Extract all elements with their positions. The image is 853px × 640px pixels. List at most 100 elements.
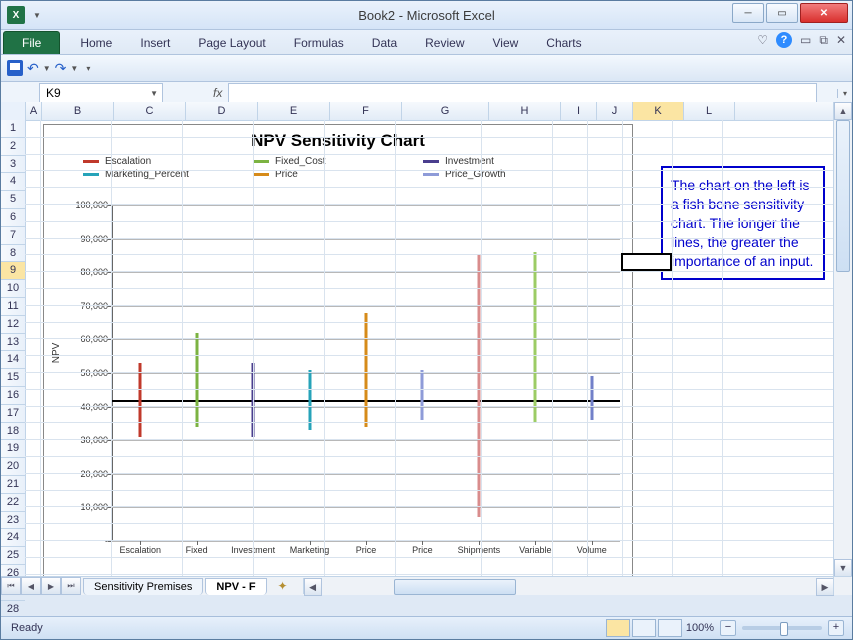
- file-tab[interactable]: File: [3, 31, 60, 54]
- row-header-12[interactable]: 12: [1, 316, 25, 334]
- sheet-last-icon[interactable]: ⏭: [61, 577, 81, 595]
- selected-cell[interactable]: [621, 253, 672, 271]
- cell-grid[interactable]: NPV Sensitivity Chart EscalationFixed_Co…: [25, 120, 834, 577]
- col-header-A[interactable]: A: [26, 102, 42, 120]
- maximize-button[interactable]: ▭: [766, 3, 798, 23]
- sheet-next-icon[interactable]: ▶: [41, 577, 61, 595]
- row-headers[interactable]: 1234567891011121314151617181920212223242…: [1, 120, 26, 595]
- col-header-B[interactable]: B: [42, 102, 114, 120]
- col-header-K[interactable]: K: [633, 102, 684, 120]
- col-header-L[interactable]: L: [684, 102, 735, 120]
- row-header-11[interactable]: 11: [1, 298, 25, 316]
- name-box-dropdown-icon[interactable]: ▼: [150, 89, 158, 98]
- row-header-22[interactable]: 22: [1, 494, 25, 512]
- sheet-tab[interactable]: Sensitivity Premises: [83, 578, 203, 595]
- row-header-17[interactable]: 17: [1, 405, 25, 423]
- tab-charts[interactable]: Charts: [532, 32, 595, 54]
- page-layout-view-button[interactable]: [632, 619, 656, 637]
- zoom-percent[interactable]: 100%: [670, 622, 714, 634]
- col-header-I[interactable]: I: [561, 102, 597, 120]
- close-workbook-icon[interactable]: ✕: [836, 33, 846, 47]
- normal-view-button[interactable]: [606, 619, 630, 637]
- row-header-8[interactable]: 8: [1, 245, 25, 263]
- row-header-4[interactable]: 4: [1, 173, 25, 191]
- name-box[interactable]: K9 ▼: [39, 83, 163, 103]
- xtick-label: Variable: [519, 541, 551, 555]
- row-header-21[interactable]: 21: [1, 476, 25, 494]
- restore-window-icon[interactable]: ⧉: [819, 33, 828, 48]
- excel-icon: X: [7, 6, 25, 24]
- horizontal-scrollbar[interactable]: ◀ ▶: [303, 578, 834, 594]
- sensitivity-chart[interactable]: NPV Sensitivity Chart EscalationFixed_Co…: [43, 124, 633, 577]
- scroll-down-icon[interactable]: ▼: [834, 559, 852, 577]
- scroll-left-icon[interactable]: ◀: [304, 578, 322, 596]
- tab-view[interactable]: View: [479, 32, 533, 54]
- hscroll-thumb[interactable]: [394, 579, 516, 595]
- formula-expand-icon[interactable]: ▾: [837, 89, 852, 98]
- sheet-first-icon[interactable]: ⏮: [1, 577, 21, 595]
- tab-review[interactable]: Review: [411, 32, 478, 54]
- row-header-3[interactable]: 3: [1, 156, 25, 174]
- col-header-E[interactable]: E: [258, 102, 330, 120]
- row-header-1[interactable]: 1: [1, 120, 25, 138]
- fx-icon[interactable]: fx: [213, 86, 222, 100]
- vscroll-thumb[interactable]: [836, 120, 850, 272]
- row-header-23[interactable]: 23: [1, 512, 25, 530]
- undo-icon[interactable]: ↶: [27, 60, 39, 77]
- row-header-24[interactable]: 24: [1, 529, 25, 547]
- window-buttons: ─ ▭ ✕: [730, 3, 848, 23]
- zoom-slider[interactable]: [742, 626, 822, 630]
- qat-dropdown-icon[interactable]: ▼: [33, 11, 41, 20]
- row-header-2[interactable]: 2: [1, 138, 25, 156]
- close-button[interactable]: ✕: [800, 3, 848, 23]
- help-icon[interactable]: ?: [776, 32, 792, 48]
- col-header-C[interactable]: C: [114, 102, 186, 120]
- row-header-6[interactable]: 6: [1, 209, 25, 227]
- series-line: [139, 363, 142, 437]
- zoom-out-button[interactable]: −: [720, 620, 736, 636]
- col-header-H[interactable]: H: [489, 102, 561, 120]
- row-header-14[interactable]: 14: [1, 351, 25, 369]
- row-header-9[interactable]: 9: [1, 262, 25, 280]
- legend-item: Investment: [423, 155, 593, 168]
- minimize-button[interactable]: ─: [732, 3, 764, 23]
- row-header-15[interactable]: 15: [1, 369, 25, 387]
- row-header-19[interactable]: 19: [1, 440, 25, 458]
- col-header-F[interactable]: F: [330, 102, 402, 120]
- scroll-right-icon[interactable]: ▶: [816, 578, 834, 596]
- tab-formulas[interactable]: Formulas: [280, 32, 358, 54]
- tab-data[interactable]: Data: [358, 32, 411, 54]
- row-header-25[interactable]: 25: [1, 547, 25, 565]
- vertical-scrollbar[interactable]: ▲ ▼: [833, 102, 852, 577]
- tab-page-layout[interactable]: Page Layout: [184, 32, 279, 54]
- tab-insert[interactable]: Insert: [126, 32, 184, 54]
- column-headers[interactable]: ABCDEFGHIJKL: [1, 102, 834, 121]
- select-all-corner[interactable]: [1, 102, 26, 120]
- save-icon[interactable]: [7, 60, 23, 76]
- tab-home[interactable]: Home: [66, 32, 126, 54]
- favorite-icon[interactable]: ♡: [757, 33, 768, 47]
- quick-access-toolbar: ↶▼ ↷▼ ▾: [1, 55, 852, 82]
- row-header-16[interactable]: 16: [1, 387, 25, 405]
- resize-grip[interactable]: [833, 576, 852, 595]
- minimize-ribbon-icon[interactable]: ▭: [800, 33, 811, 47]
- col-header-G[interactable]: G: [402, 102, 489, 120]
- sheet-tab[interactable]: NPV - F: [205, 578, 266, 595]
- scroll-up-icon[interactable]: ▲: [834, 102, 852, 120]
- row-header-7[interactable]: 7: [1, 227, 25, 245]
- row-header-20[interactable]: 20: [1, 458, 25, 476]
- redo-icon[interactable]: ↷: [55, 60, 67, 77]
- row-header-13[interactable]: 13: [1, 334, 25, 352]
- row-header-5[interactable]: 5: [1, 191, 25, 209]
- zoom-in-button[interactable]: +: [828, 620, 844, 636]
- sheet-prev-icon[interactable]: ◀: [21, 577, 41, 595]
- zoom-knob[interactable]: [780, 622, 788, 636]
- col-header-J[interactable]: J: [597, 102, 633, 120]
- col-header-D[interactable]: D: [186, 102, 258, 120]
- row-header-18[interactable]: 18: [1, 423, 25, 441]
- formula-input[interactable]: [228, 83, 817, 103]
- row-header-10[interactable]: 10: [1, 280, 25, 298]
- xtick-label: Price: [412, 541, 433, 555]
- explanation-textbox[interactable]: The chart on the left is a fish bone sen…: [661, 166, 825, 280]
- new-sheet-icon[interactable]: ✦: [273, 579, 293, 593]
